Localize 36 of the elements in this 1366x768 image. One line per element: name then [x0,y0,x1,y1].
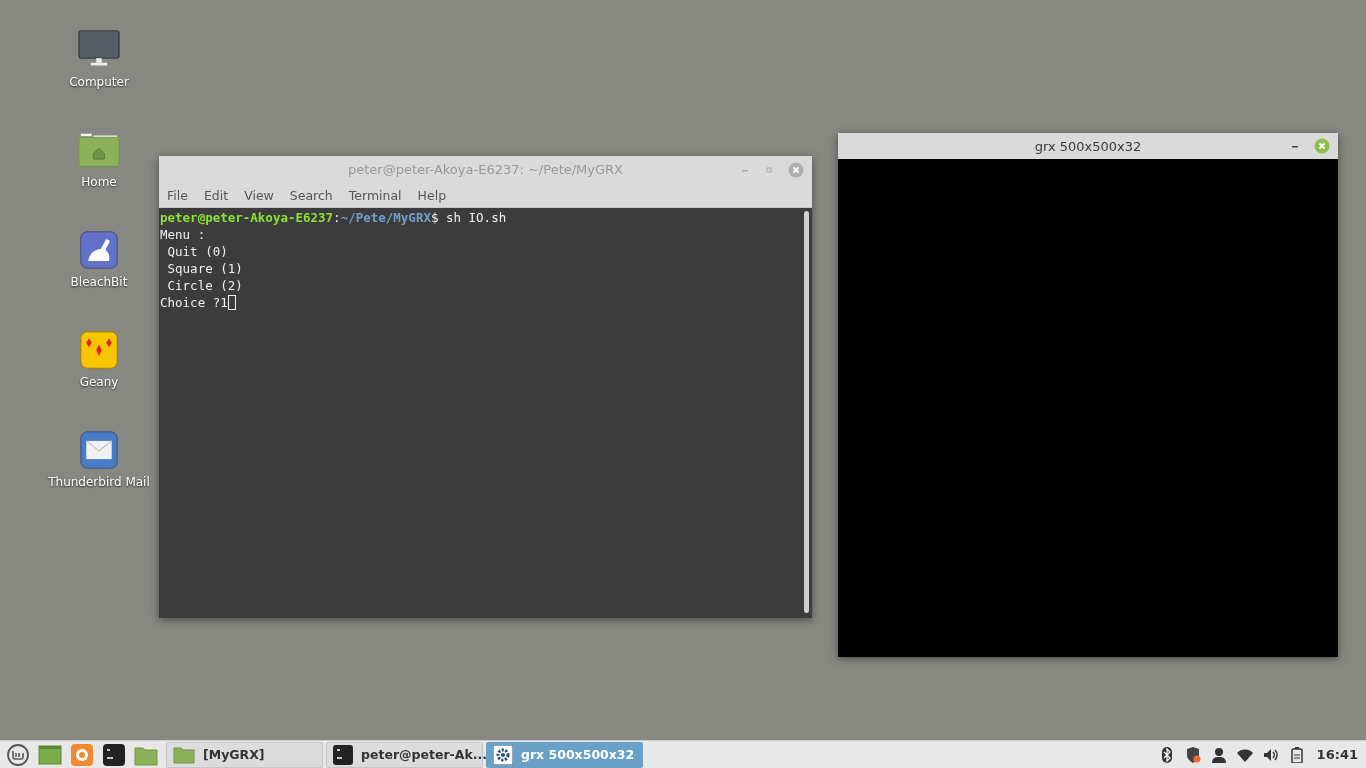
output-line: Square (1) [166,260,243,277]
menu-item[interactable]: Terminal [340,187,410,203]
output-line: Choice ?1 [160,294,228,311]
output-line: Quit (0) [166,243,228,260]
desktop-icon-label[interactable]: Geany [79,375,119,389]
output-line: Circle (2) [166,277,243,294]
menu-item[interactable]: View [236,187,282,203]
menu-item[interactable]: Search [281,187,341,203]
output-line: Menu : [160,226,206,243]
desktop-icon-label[interactable]: Computer [69,75,129,89]
window-title: grx 500x500x32 [1034,138,1142,154]
prompt-user: peter@peter-Akoya-E6237 [160,209,334,226]
clock[interactable]: 16:41 [1316,747,1358,762]
desktop-icon-label[interactable]: BleachBit [70,275,128,289]
window-title: peter@peter-Akoya-E6237: ~/Pete/MyGRX [347,162,624,177]
terminal-icon [333,744,353,765]
folder-icon [173,745,195,764]
desktop-icon-label[interactable]: Home [81,175,117,189]
prompt-path: ~/Pete/MyGRX [340,209,431,226]
battery-icon[interactable] [1288,746,1305,763]
desktop-icon-label[interactable]: Thunderbird Mail [48,475,150,489]
terminal-icon[interactable] [102,743,126,766]
taskbar-button[interactable]: [MyGRX] [166,741,323,768]
menu-item[interactable]: Edit [195,187,237,203]
menu-item[interactable]: File [159,187,196,203]
shield-icon[interactable] [1184,746,1201,763]
menu-item[interactable]: Help [409,187,455,203]
settings-icon [493,744,513,765]
window-icon[interactable] [38,743,62,766]
scrollbar[interactable] [804,211,809,613]
user-icon[interactable] [1210,746,1227,763]
text-cursor [227,295,236,310]
taskbar-button[interactable]: grx 500x500x32 [486,741,643,768]
prompt-separator: : [333,209,341,226]
command-text: $ sh IO.sh [430,209,507,226]
menu-icon[interactable] [6,743,30,766]
